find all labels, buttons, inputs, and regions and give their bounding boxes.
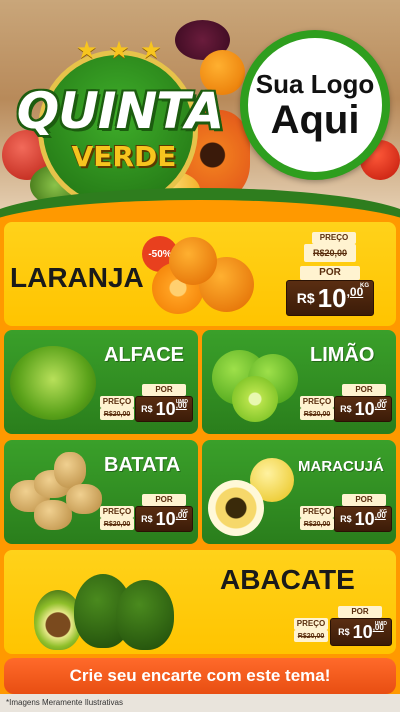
old-price-value: R$20,00: [312, 248, 348, 258]
lettuce-image: [10, 346, 96, 420]
currency: R$: [338, 627, 350, 637]
label-preco: PREÇO: [294, 618, 328, 630]
lime-slice-image: [232, 376, 278, 422]
label-por: POR: [342, 494, 386, 506]
price-unit: UNID: [175, 399, 188, 405]
product-name: ALFACE: [104, 344, 184, 366]
logo-line2: Aqui: [270, 98, 360, 142]
product-card-laranja: LARANJA -50% PREÇO R$20,00 POR R$ 10 ,00…: [4, 222, 396, 326]
price-unit: KG: [360, 283, 369, 289]
new-price: R$ 10 ,00 UNID: [330, 618, 392, 646]
old-price: R$20,00: [294, 630, 328, 642]
old-price: R$20,00: [100, 518, 134, 530]
product-card-batata: BATATA POR PREÇO R$20,00 R$ 10 ,00 KG: [4, 440, 198, 544]
new-price: R$ 10 ,00 KG: [334, 396, 392, 422]
price-integer: 10: [155, 508, 176, 529]
price-unit: KG: [379, 399, 388, 405]
currency: R$: [340, 404, 352, 414]
potato-image: [66, 484, 102, 514]
old-price-value: R$20,00: [103, 520, 131, 528]
product-name: LARANJA: [10, 262, 144, 293]
logo-line1: Sua Logo: [255, 69, 375, 99]
price-integer: 10: [352, 621, 373, 642]
quinta-verde-badge: ★ ★ ★ QUINTA VERDE: [10, 30, 224, 210]
price-unit: KG: [379, 509, 388, 515]
title-verde: VERDE: [71, 140, 177, 173]
label-por: POR: [338, 606, 382, 618]
price-integer: 10: [317, 282, 347, 313]
passion-fruit-half-image: [208, 480, 264, 536]
avocado-image: [116, 580, 174, 650]
new-price: R$ 10 ,00 KG: [286, 280, 374, 316]
label-preco: PREÇO: [100, 506, 134, 518]
currency: R$: [340, 514, 352, 524]
product-card-limao: LIMÃO POR PREÇO R$20,00 R$ 10 ,00 KG: [202, 330, 396, 434]
footnote: *Imagens Meramente Ilustrativas: [6, 698, 123, 707]
label-por: POR: [342, 384, 386, 396]
price-unit: KG: [180, 509, 189, 515]
star-icons: ★ ★ ★: [76, 37, 164, 64]
label-por: POR: [300, 266, 360, 280]
label-preco: PREÇO: [300, 506, 334, 518]
old-price: R$20,00: [300, 408, 334, 420]
label-por: POR: [142, 384, 186, 396]
new-price: R$ 10 ,00 UNID: [135, 396, 193, 422]
header-banner: ★ ★ ★ QUINTA VERDE Sua Logo Aqui: [0, 0, 400, 220]
new-price: R$ 10 ,00 KG: [135, 506, 193, 532]
product-name: MARACUJÁ: [298, 458, 384, 475]
label-por: POR: [142, 494, 186, 506]
title-quinta: QUINTA: [16, 82, 224, 140]
label-preco: PREÇO: [100, 396, 134, 408]
price-integer: 10: [354, 508, 375, 529]
price-integer: 10: [155, 398, 176, 419]
product-card-maracuja: MARACUJÁ POR PREÇO R$20,00 R$ 10 ,00 KG: [202, 440, 396, 544]
old-price-value: R$20,00: [297, 632, 325, 640]
price-integer: 10: [354, 398, 375, 419]
product-card-alface: ALFACE POR PREÇO R$20,00 R$ 10 ,00 UNID: [4, 330, 198, 434]
currency: R$: [141, 404, 153, 414]
price-unit: UNID: [374, 621, 387, 627]
old-price: R$20,00: [300, 518, 334, 530]
old-price-value: R$20,00: [303, 520, 331, 528]
product-name: LIMÃO: [310, 344, 375, 366]
old-price-value: R$20,00: [303, 410, 331, 418]
old-price: R$20,00: [304, 244, 356, 262]
product-name: BATATA: [104, 454, 181, 476]
create-flyer-button[interactable]: Crie seu encarte com este tema!: [4, 658, 396, 694]
old-price: R$20,00: [100, 408, 134, 420]
new-price: R$ 10 ,00 KG: [334, 506, 392, 532]
potato-image: [54, 452, 86, 488]
currency: R$: [141, 514, 153, 524]
currency: R$: [296, 290, 315, 306]
old-price-value: R$20,00: [103, 410, 131, 418]
label-preco: PREÇO: [312, 232, 356, 244]
orange-image: [169, 237, 217, 285]
logo-placeholder: Sua Logo Aqui: [240, 30, 390, 180]
product-name: ABACATE: [220, 564, 355, 595]
product-card-abacate: ABACATE POR PREÇO R$20,00 R$ 10 ,00 UNID: [4, 550, 396, 654]
label-preco: PREÇO: [300, 396, 334, 408]
